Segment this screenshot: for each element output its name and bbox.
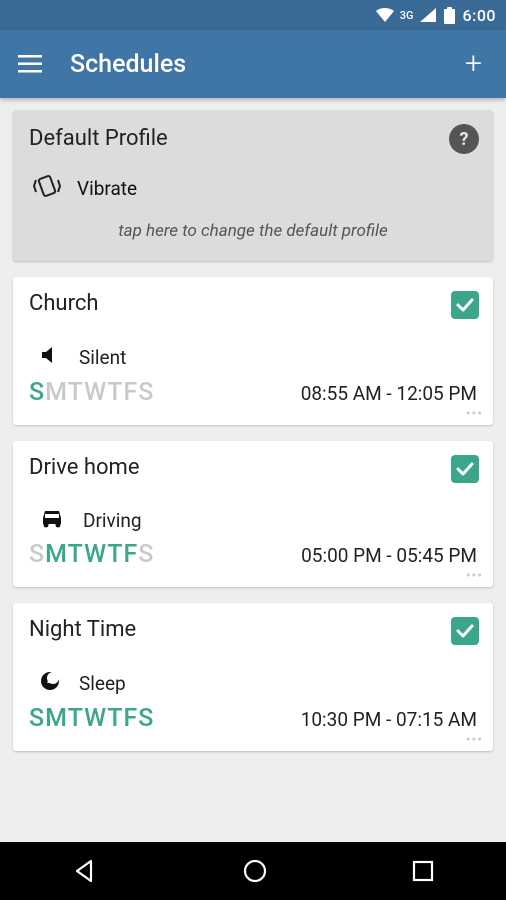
network-type: 3G xyxy=(400,9,414,22)
silent-icon xyxy=(39,344,61,370)
day-letter: T xyxy=(107,540,123,569)
overflow-icon[interactable]: ••• xyxy=(29,409,483,419)
schedule-mode-label: Silent xyxy=(79,346,126,369)
day-letter: F xyxy=(124,540,139,569)
default-mode-label: Vibrate xyxy=(77,177,137,200)
day-letter: M xyxy=(45,704,68,733)
vibrate-icon xyxy=(33,173,61,203)
add-button[interactable]: + xyxy=(459,48,488,80)
schedule-name: Night Time xyxy=(29,617,477,642)
day-letter: W xyxy=(84,704,107,733)
overflow-icon[interactable]: ••• xyxy=(29,735,483,745)
cell-signal-icon xyxy=(420,8,436,22)
schedule-days: SMTWTFS xyxy=(29,540,154,569)
day-letter: T xyxy=(68,704,84,733)
sleep-icon: z xyxy=(39,670,61,696)
default-profile-title: Default Profile xyxy=(29,126,477,151)
schedule-days: SMTWTFS xyxy=(29,378,154,407)
day-letter: S xyxy=(29,540,45,569)
schedule-name: Drive home xyxy=(29,455,477,480)
day-letter: S xyxy=(29,378,45,407)
android-nav-bar xyxy=(0,842,506,900)
nav-back-icon[interactable] xyxy=(71,857,99,885)
page-title: Schedules xyxy=(70,50,186,79)
schedule-mode-label: Sleep xyxy=(79,672,126,695)
day-letter: S xyxy=(138,540,154,569)
status-clock: 6:00 xyxy=(463,6,497,25)
schedule-time: 05:00 PM - 05:45 PM xyxy=(301,544,477,567)
schedule-mode-label: Driving xyxy=(83,509,142,532)
menu-icon[interactable] xyxy=(18,55,42,73)
help-icon[interactable]: ? xyxy=(449,124,479,154)
schedule-enabled-checkbox[interactable] xyxy=(451,617,479,645)
default-profile-hint: tap here to change the default profile xyxy=(29,221,477,241)
schedule-mode: Silent xyxy=(29,344,477,370)
day-letter: M xyxy=(45,540,68,569)
day-letter: S xyxy=(138,378,154,407)
default-profile-mode: Vibrate xyxy=(29,173,477,203)
day-letter: S xyxy=(29,704,45,733)
schedule-time: 08:55 AM - 12:05 PM xyxy=(301,382,477,405)
schedule-name: Church xyxy=(29,291,477,316)
default-profile-card[interactable]: Default Profile ? Vibrate tap here to ch… xyxy=(13,110,493,261)
day-letter: S xyxy=(138,704,154,733)
status-bar: 3G 6:00 xyxy=(0,0,506,30)
schedule-days: SMTWTFS xyxy=(29,704,154,733)
nav-home-icon[interactable] xyxy=(241,857,269,885)
day-letter: T xyxy=(107,378,123,407)
day-letter: W xyxy=(84,378,107,407)
schedule-card[interactable]: Church Silent SMTWTFS 08:55 AM - 12:05 P… xyxy=(13,277,493,425)
day-letter: T xyxy=(68,540,84,569)
schedule-enabled-checkbox[interactable] xyxy=(451,291,479,319)
schedule-mode: z Sleep xyxy=(29,670,477,696)
day-letter: T xyxy=(68,378,84,407)
day-letter: W xyxy=(84,540,107,569)
battery-icon xyxy=(444,7,455,24)
schedule-mode: Driving xyxy=(29,508,477,532)
schedule-time: 10:30 PM - 07:15 AM xyxy=(301,708,477,731)
day-letter: F xyxy=(124,704,139,733)
day-letter: F xyxy=(124,378,139,407)
driving-icon xyxy=(39,508,65,532)
schedule-card[interactable]: Night Time z Sleep SMTWTFS 10:30 PM - 07… xyxy=(13,603,493,751)
day-letter: T xyxy=(107,704,123,733)
schedule-card[interactable]: Drive home Driving SMTWTFS 05:00 PM - 05… xyxy=(13,441,493,587)
overflow-icon[interactable]: ••• xyxy=(29,571,483,581)
schedule-enabled-checkbox[interactable] xyxy=(451,455,479,483)
nav-recent-icon[interactable] xyxy=(411,859,435,883)
wifi-icon xyxy=(376,8,394,22)
day-letter: M xyxy=(45,378,68,407)
svg-text:z: z xyxy=(47,678,50,685)
app-bar: Schedules + xyxy=(0,30,506,98)
content: Default Profile ? Vibrate tap here to ch… xyxy=(0,98,506,751)
